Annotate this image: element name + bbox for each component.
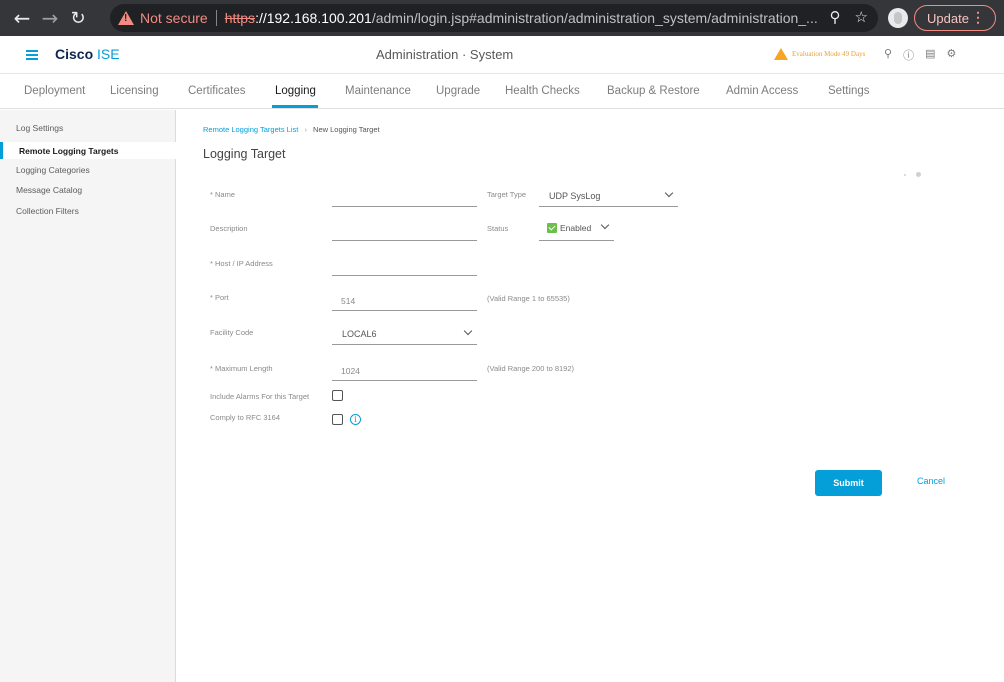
chevron-right-icon: › bbox=[304, 125, 307, 134]
address-divider bbox=[215, 10, 217, 26]
target-type-select[interactable]: UDP SysLog bbox=[539, 185, 678, 207]
info-icon[interactable]: i bbox=[350, 414, 361, 425]
rfc-3164-checkbox[interactable] bbox=[332, 414, 343, 425]
max-length-input[interactable]: 1024 bbox=[332, 360, 477, 381]
port-label: * Port bbox=[210, 293, 229, 302]
dashboard-icon[interactable]: ▤ bbox=[925, 47, 935, 63]
hamburger-menu-icon[interactable] bbox=[26, 50, 38, 60]
reload-icon[interactable]: ↻ bbox=[64, 8, 92, 29]
facility-code-value: LOCAL6 bbox=[342, 329, 377, 339]
tab-upgrade[interactable]: Upgrade bbox=[436, 85, 480, 97]
chevron-down-icon bbox=[463, 326, 473, 336]
include-alarms-label: Include Alarms For this Target bbox=[210, 392, 310, 401]
dot-small bbox=[904, 173, 906, 176]
warning-icon bbox=[118, 11, 134, 25]
target-type-value: UDP SysLog bbox=[549, 191, 601, 201]
gear-icon[interactable]: ⚙ bbox=[946, 47, 956, 63]
browser-toolbar: ← → ↻ Not secure https ://192.168.100.20… bbox=[0, 0, 1004, 36]
status-label: Status bbox=[487, 224, 509, 233]
port-input[interactable]: 514 bbox=[332, 290, 477, 311]
brand-name: Cisco bbox=[55, 46, 94, 62]
evaluation-text: Evaluation Mode 49 Days bbox=[792, 50, 866, 58]
description-input[interactable] bbox=[332, 221, 477, 241]
sidebar-item-message-catalog[interactable]: Message Catalog bbox=[16, 185, 82, 195]
form-title: Logging Target bbox=[203, 147, 286, 161]
breadcrumb-current: New Logging Target bbox=[313, 125, 380, 134]
sidebar: Log Settings Remote Logging Targets Logg… bbox=[0, 110, 176, 682]
name-label: * Name bbox=[210, 190, 236, 199]
url-host: ://192.168.100.201 bbox=[255, 10, 372, 26]
rfc-3164-label: Comply to RFC 3164 bbox=[210, 413, 281, 422]
breadcrumb-link-targets-list[interactable]: Remote Logging Targets List bbox=[203, 125, 298, 134]
update-label: Update bbox=[927, 10, 969, 26]
cancel-button[interactable]: Cancel bbox=[917, 476, 945, 486]
target-type-label: Target Type bbox=[487, 190, 527, 199]
chevron-down-icon bbox=[664, 188, 674, 198]
profile-avatar-icon[interactable] bbox=[888, 8, 908, 28]
star-icon[interactable]: ☆ bbox=[855, 8, 868, 26]
address-bar[interactable]: Not secure https ://192.168.100.201 /adm… bbox=[110, 4, 878, 32]
status-value: Enabled bbox=[560, 223, 592, 233]
tab-deployment[interactable]: Deployment bbox=[24, 85, 85, 97]
evaluation-notice[interactable]: Evaluation Mode 49 Days bbox=[774, 48, 865, 60]
port-range-hint: (Valid Range 1 to 65535) bbox=[487, 294, 570, 303]
help-icon[interactable]: ⓘ bbox=[903, 47, 914, 63]
tab-settings[interactable]: Settings bbox=[828, 85, 870, 97]
tab-logging[interactable]: Logging bbox=[275, 85, 316, 97]
submit-button[interactable]: Submit bbox=[815, 470, 882, 496]
description-label: Description bbox=[210, 224, 248, 233]
top-tabs: Deployment Licensing Certificates Loggin… bbox=[0, 74, 1004, 109]
sidebar-item-logging-categories[interactable]: Logging Categories bbox=[16, 165, 90, 175]
chevron-down-icon bbox=[600, 220, 610, 230]
tab-certificates[interactable]: Certificates bbox=[188, 85, 246, 97]
url-path: /admin/login.jsp#administration/administ… bbox=[371, 10, 818, 26]
host-ip-input[interactable] bbox=[332, 256, 477, 276]
sidebar-item-remote-logging-targets[interactable]: Remote Logging Targets bbox=[4, 142, 176, 159]
brand-product: ISE bbox=[97, 46, 120, 62]
arrow-left-icon[interactable]: ← bbox=[8, 6, 36, 30]
url-scheme: https bbox=[224, 10, 256, 26]
tab-backup-restore[interactable]: Backup & Restore bbox=[607, 85, 700, 97]
name-input[interactable] bbox=[332, 187, 477, 207]
max-length-label: * Maximum Length bbox=[210, 364, 273, 373]
tab-licensing[interactable]: Licensing bbox=[110, 85, 159, 97]
sidebar-item-log-settings[interactable]: Log Settings bbox=[16, 123, 63, 133]
decorative-dots bbox=[904, 172, 921, 177]
tab-admin-access[interactable]: Admin Access bbox=[726, 85, 798, 97]
more-vertical-icon[interactable]: ⋮ bbox=[971, 9, 985, 26]
host-ip-label: * Host / IP Address bbox=[210, 259, 273, 268]
warning-icon bbox=[774, 48, 788, 60]
update-button[interactable]: Update ⋮ bbox=[914, 5, 996, 31]
facility-code-label: Facility Code bbox=[210, 328, 254, 337]
not-secure-label: Not secure bbox=[140, 10, 208, 26]
zoom-icon[interactable]: ⚲ bbox=[830, 8, 841, 26]
check-icon bbox=[547, 223, 557, 233]
search-icon[interactable]: ⚲ bbox=[884, 47, 892, 63]
facility-code-select[interactable]: LOCAL6 bbox=[332, 323, 477, 345]
page-heading: Administration · System bbox=[376, 47, 514, 62]
sidebar-item-collection-filters[interactable]: Collection Filters bbox=[16, 206, 79, 216]
tab-health-checks[interactable]: Health Checks bbox=[505, 85, 580, 97]
active-tab-indicator bbox=[272, 105, 318, 108]
tab-maintenance[interactable]: Maintenance bbox=[345, 85, 411, 97]
app-header: Cisco ISE Administration · System Evalua… bbox=[0, 36, 1004, 74]
status-select[interactable]: Enabled bbox=[539, 215, 614, 241]
app-brand: Cisco ISE bbox=[55, 46, 120, 62]
arrow-right-icon[interactable]: → bbox=[36, 6, 64, 30]
breadcrumb: Remote Logging Targets List › New Loggin… bbox=[203, 125, 380, 134]
include-alarms-checkbox[interactable] bbox=[332, 390, 343, 401]
dot-large bbox=[916, 172, 921, 177]
sidebar-active-indicator bbox=[0, 142, 3, 159]
max-length-range-hint: (Valid Range 200 to 8192) bbox=[487, 364, 575, 373]
